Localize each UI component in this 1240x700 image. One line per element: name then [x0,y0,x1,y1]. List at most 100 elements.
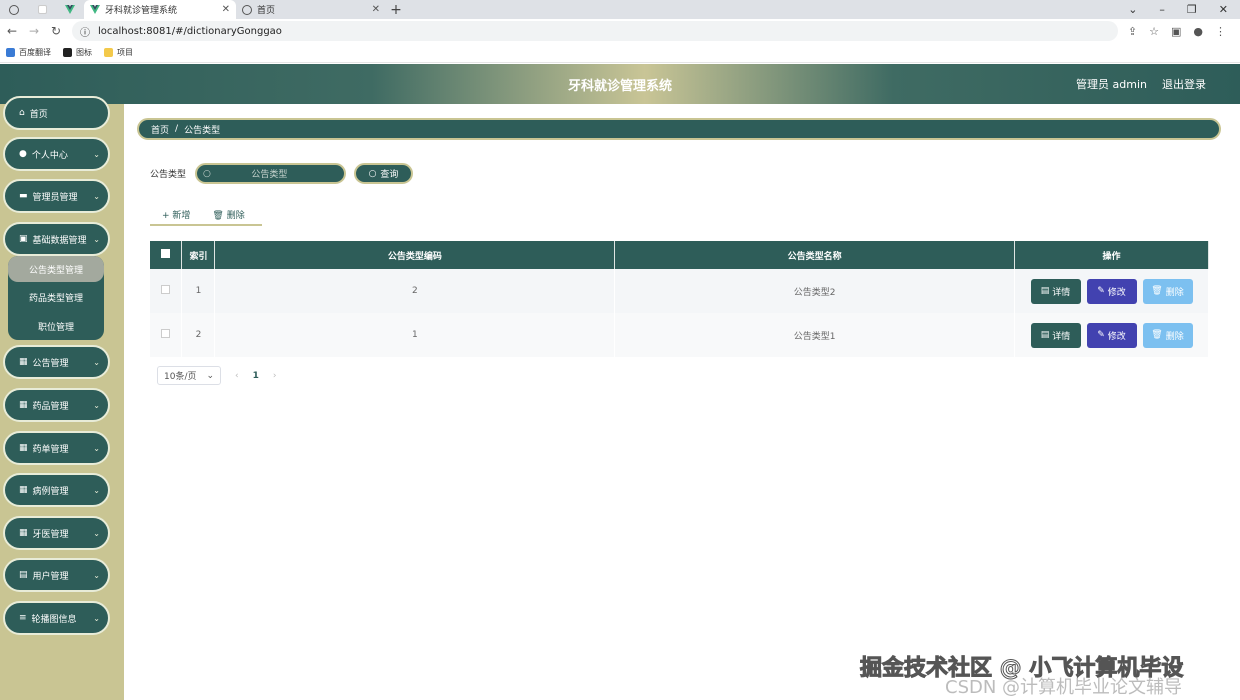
current-user: 管理员 admin [1076,78,1147,91]
cell-actions: ▤ 详情 ✎ 修改 🗑 删除 [1014,269,1209,313]
tab-pinned-1[interactable] [0,0,28,19]
detail-button[interactable]: ▤ 详情 [1030,278,1081,304]
logout-link[interactable]: 退出登录 [1162,76,1206,92]
submenu-basic-data: 公告类型管理 药品类型管理 职位管理 [8,256,104,340]
tab-active-app[interactable]: 牙科就诊管理系统 ✕ [84,0,236,19]
next-page-icon[interactable]: › [273,371,277,381]
reload-icon[interactable]: ↻ [50,24,62,38]
tab-title: 牙科就诊管理系统 [105,6,178,16]
tab-pinned-2[interactable] [28,0,56,19]
restore-icon[interactable]: ❐ [1187,3,1197,16]
sidebar-item-home[interactable]: ⌂ 首页 [3,96,110,130]
table-row: 2 1 公告类型1 ▤ 详情 ✎ 修改 🗑 删除 [150,313,1209,357]
data-table: 索引 公告类型编码 公告类型名称 操作 1 2 公告类型2 ▤ 详情 ✎ 修改 🗑 删… [150,241,1209,357]
sidebar-item-carousel[interactable]: ≡ 轮播图信息 ⌄ [3,601,110,635]
checkbox-icon [161,329,171,338]
star-icon[interactable]: ☆ [1149,25,1159,38]
pencil-icon: ✎ [1097,330,1105,340]
search-icon: ○ [203,168,211,179]
url-field[interactable]: ⓘ localhost:8081/#/dictionaryGonggao [72,21,1118,41]
sidebar-item-admins[interactable]: ▬ 管理员管理 ⌄ [3,179,110,213]
address-bar: ← → ↻ ⓘ localhost:8081/#/dictionaryGongg… [0,19,1240,43]
detail-button[interactable]: ▤ 详情 [1030,322,1081,348]
chevron-down-icon: ⌄ [93,613,100,623]
watermark-secondary: CSDN @计算机毕业论文辅导 [945,677,1183,698]
sidebar-item-drugs[interactable]: ▦ 药品管理 ⌄ [3,388,110,422]
bookmark-item[interactable]: 百度翻译 [6,47,51,58]
sidebar-subitem-position[interactable]: 职位管理 [8,313,104,339]
prev-page-icon[interactable]: ‹ [235,371,239,381]
chevron-down-icon: ⌄ [93,443,100,453]
sidebar-subitem-notice-type[interactable]: 公告类型管理 [8,256,104,282]
bookmark-item[interactable]: 项目 [104,47,133,58]
icon-site-icon [63,48,72,57]
list-icon: ≡ [19,613,27,623]
pencil-icon: ✎ [1097,286,1105,296]
cell-code: 2 [214,269,616,313]
table-header-row: 索引 公告类型编码 公告类型名称 操作 [150,241,1209,269]
page-size-select[interactable]: 10条/页 ⌄ [157,366,221,385]
cell-actions: ▤ 详情 ✎ 修改 🗑 删除 [1014,313,1209,357]
chevron-down-icon[interactable]: ⌄ [1128,3,1137,16]
chevron-down-icon: ⌄ [93,234,100,244]
sidebar: ⌂ 首页 ● 个人中心 ⌄ ▬ 管理员管理 ⌄ ▣ 基础数据管理 ⌄ 公告类型管… [0,96,124,700]
query-button[interactable]: ○ 查询 [354,163,413,184]
search-icon: ○ [368,168,377,179]
menu-icon[interactable]: ⋮ [1215,25,1226,38]
edit-button[interactable]: ✎ 修改 [1086,322,1137,348]
sidebar-item-profile[interactable]: ● 个人中心 ⌄ [3,137,110,171]
bookmark-item[interactable]: 图标 [63,47,92,58]
sidebar-item-users[interactable]: ▤ 用户管理 ⌄ [3,558,110,592]
add-button[interactable]: + 新增 [162,208,190,221]
document-icon: ▤ [1040,286,1050,296]
site-info-icon[interactable]: ⓘ [80,24,90,39]
search-input[interactable]: ○ 公告类型 [195,163,346,184]
close-window-icon[interactable]: ✕ [1219,3,1228,16]
sidebar-item-basic-data[interactable]: ▣ 基础数据管理 ⌄ [3,222,110,256]
app-header: 牙科就诊管理系统 管理员 admin 退出登录 [0,64,1240,104]
column-header-index: 索引 [181,241,216,269]
new-tab-button[interactable]: + [386,2,406,18]
chevron-down-icon: ⌄ [93,149,100,159]
chevron-down-icon: ⌄ [93,485,100,495]
forward-icon[interactable]: → [28,24,40,38]
minimize-icon[interactable]: – [1159,3,1165,16]
sidepanel-icon[interactable]: ▣ [1171,25,1181,38]
tab-title: 首页 [257,6,276,16]
share-icon[interactable]: ⇪ [1128,25,1137,38]
delete-button[interactable]: 🗑 删除 [1142,278,1193,304]
back-icon[interactable]: ← [6,24,18,38]
chevron-down-icon: ⌄ [93,357,100,367]
sidebar-item-notices[interactable]: ▦ 公告管理 ⌄ [3,345,110,379]
select-all-checkbox[interactable] [150,241,183,269]
sidebar-item-dentists[interactable]: ▦ 牙医管理 ⌄ [3,516,110,550]
tab-home[interactable]: 首页 ✕ [236,0,386,19]
page-number[interactable]: 1 [253,371,259,381]
breadcrumb-home[interactable]: 首页 [151,123,169,136]
profile-icon[interactable]: ● [1193,25,1203,38]
folder-icon [104,48,113,57]
close-tab-icon[interactable]: ✕ [372,4,380,15]
trash-icon: 🗑 [1151,286,1163,296]
globe-icon [242,4,252,15]
search-label: 公告类型 [150,170,187,180]
home-icon: ⌂ [19,108,25,118]
sidebar-item-cases[interactable]: ▦ 病例管理 ⌄ [3,473,110,507]
grid-icon: ▦ [19,443,28,453]
close-tab-icon[interactable]: ✕ [222,4,230,15]
cell-name: 公告类型2 [614,269,1015,313]
edit-button[interactable]: ✎ 修改 [1086,278,1137,304]
column-header-name: 公告类型名称 [614,241,1015,269]
row-checkbox[interactable] [150,269,183,313]
search-placeholder: 公告类型 [251,170,288,180]
sidebar-subitem-drug-type[interactable]: 药品类型管理 [8,284,104,310]
browser-tab-bar: 牙科就诊管理系统 ✕ 首页 ✕ + ⌄ – ❐ ✕ [0,0,1240,19]
column-header-actions: 操作 [1014,241,1209,269]
row-checkbox[interactable] [150,313,183,357]
sidebar-item-prescriptions[interactable]: ▦ 药单管理 ⌄ [3,431,110,465]
breadcrumb-separator: / [175,124,179,134]
tab-pinned-3[interactable] [56,0,84,19]
window-controls: ⌄ – ❐ ✕ [1128,3,1240,16]
delete-button[interactable]: 🗑 删除 [1142,322,1193,348]
batch-delete-button[interactable]: 🗑 删除 [212,208,244,221]
